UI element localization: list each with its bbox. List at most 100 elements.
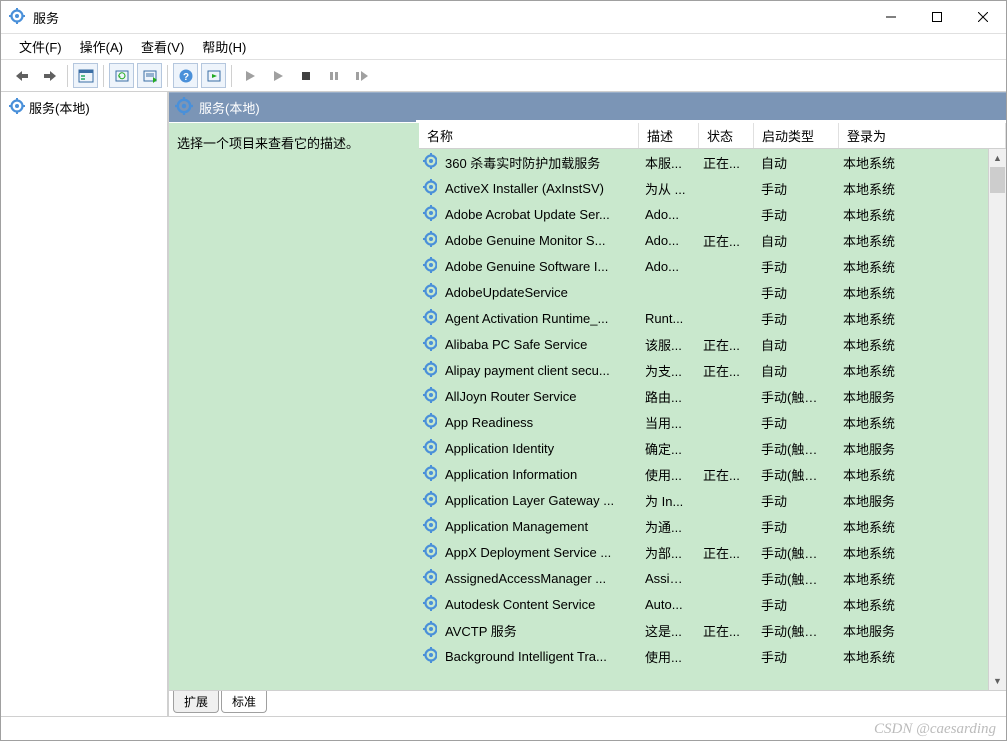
col-desc[interactable]: 描述	[639, 123, 699, 148]
service-icon	[419, 153, 437, 172]
col-logon[interactable]: 登录为	[839, 123, 1006, 148]
back-button[interactable]	[9, 63, 34, 88]
service-icon	[419, 413, 437, 432]
svc-startup: 自动	[753, 361, 835, 380]
service-row[interactable]: AdobeUpdateService手动本地系统	[419, 279, 988, 305]
svc-logon: 本地系统	[835, 569, 988, 588]
col-name[interactable]: 名称	[419, 123, 639, 148]
toolbar: ?	[1, 60, 1006, 92]
svc-name: Agent Activation Runtime_...	[437, 311, 637, 326]
service-row[interactable]: Background Intelligent Tra...使用...手动本地系统	[419, 643, 988, 669]
service-row[interactable]: Alipay payment client secu...为支...正在...自…	[419, 357, 988, 383]
vertical-scrollbar[interactable]: ▲ ▼	[988, 149, 1006, 690]
service-row[interactable]: Adobe Genuine Software I...Ado...手动本地系统	[419, 253, 988, 279]
svc-desc: 使用...	[637, 465, 695, 484]
maximize-button[interactable]	[914, 1, 960, 33]
start-service-button[interactable]	[237, 63, 262, 88]
service-icon	[419, 621, 437, 640]
window-title: 服务	[33, 8, 868, 27]
service-row[interactable]: Agent Activation Runtime_...Runt...手动本地系…	[419, 305, 988, 331]
tree-pane: 服务(本地)	[1, 92, 169, 716]
svc-startup: 手动	[753, 179, 835, 198]
svc-desc: Ado...	[637, 233, 695, 248]
svc-logon: 本地系统	[835, 543, 988, 562]
menu-view[interactable]: 查看(V)	[133, 35, 192, 58]
svc-desc: Ado...	[637, 207, 695, 222]
svg-text:?: ?	[182, 72, 188, 83]
service-row[interactable]: AppX Deployment Service ...为部...正在...手动(…	[419, 539, 988, 565]
scroll-down-icon[interactable]: ▼	[989, 672, 1006, 690]
svc-desc: 确定...	[637, 439, 695, 458]
properties-button[interactable]	[201, 63, 226, 88]
column-headers: 名称 描述 状态 启动类型 登录为	[419, 123, 1006, 149]
service-icon	[419, 205, 437, 224]
menu-file[interactable]: 文件(F)	[11, 35, 70, 58]
svc-name: AdobeUpdateService	[437, 285, 637, 300]
service-row[interactable]: AllJoyn Router Service路由...手动(触发...本地服务	[419, 383, 988, 409]
scroll-up-icon[interactable]: ▲	[989, 149, 1006, 167]
stop-service-button[interactable]	[293, 63, 318, 88]
svc-name: Adobe Genuine Software I...	[437, 259, 637, 274]
menu-bar: 文件(F) 操作(A) 查看(V) 帮助(H)	[1, 34, 1006, 60]
service-row[interactable]: Application Layer Gateway ...为 In...手动本地…	[419, 487, 988, 513]
svc-status: 正在...	[695, 231, 753, 250]
svc-logon: 本地系统	[835, 309, 988, 328]
svc-status: 正在...	[695, 465, 753, 484]
service-row[interactable]: AVCTP 服务这是...正在...手动(触发...本地服务	[419, 617, 988, 643]
service-row[interactable]: Application Management为通...手动本地系统	[419, 513, 988, 539]
service-row[interactable]: Autodesk Content ServiceAuto...手动本地系统	[419, 591, 988, 617]
tree-root-label: 服务(本地)	[29, 98, 90, 117]
svc-logon: 本地系统	[835, 179, 988, 198]
service-row[interactable]: AssignedAccessManager ...Assig...手动(触发..…	[419, 565, 988, 591]
svc-startup: 自动	[753, 335, 835, 354]
refresh-button[interactable]	[109, 63, 134, 88]
service-icon	[419, 387, 437, 406]
services-icon	[9, 8, 27, 26]
close-button[interactable]	[960, 1, 1006, 33]
content-header-label: 服务(本地)	[199, 98, 260, 117]
forward-button[interactable]	[37, 63, 62, 88]
scroll-thumb[interactable]	[990, 167, 1005, 193]
content-header: 服务(本地)	[169, 92, 1006, 122]
svc-logon: 本地系统	[835, 231, 988, 250]
service-row[interactable]: Application Identity确定...手动(触发...本地服务	[419, 435, 988, 461]
show-hide-console-tree-button[interactable]	[73, 63, 98, 88]
service-row[interactable]: Application Information使用...正在...手动(触发..…	[419, 461, 988, 487]
svc-status: 正在...	[695, 621, 753, 640]
export-list-button[interactable]	[137, 63, 162, 88]
svc-startup: 手动(触发...	[753, 569, 835, 588]
minimize-button[interactable]	[868, 1, 914, 33]
service-row[interactable]: Adobe Acrobat Update Ser...Ado...手动本地系统	[419, 201, 988, 227]
svc-logon: 本地系统	[835, 153, 988, 172]
service-row[interactable]: ActiveX Installer (AxInstSV)为从 ...手动本地系统	[419, 175, 988, 201]
tab-standard[interactable]: 标准	[221, 691, 267, 713]
help-button[interactable]: ?	[173, 63, 198, 88]
menu-action[interactable]: 操作(A)	[72, 35, 131, 58]
restart-service-button[interactable]	[349, 63, 374, 88]
svc-desc: 为部...	[637, 543, 695, 562]
svc-desc: 路由...	[637, 387, 695, 406]
svc-status: 正在...	[695, 543, 753, 562]
service-row[interactable]: 360 杀毒实时防护加载服务本服...正在...自动本地系统	[419, 149, 988, 175]
svc-startup: 手动(触发...	[753, 621, 835, 640]
svc-startup: 手动	[753, 283, 835, 302]
svc-desc: Ado...	[637, 259, 695, 274]
service-row[interactable]: Alibaba PC Safe Service该服...正在...自动本地系统	[419, 331, 988, 357]
services-icon	[9, 98, 25, 117]
service-row[interactable]: Adobe Genuine Monitor S...Ado...正在...自动本…	[419, 227, 988, 253]
svc-name: AllJoyn Router Service	[437, 389, 637, 404]
start-service2-button[interactable]	[265, 63, 290, 88]
service-row[interactable]: App Readiness当用...手动本地系统	[419, 409, 988, 435]
col-status[interactable]: 状态	[699, 123, 754, 148]
col-startup[interactable]: 启动类型	[754, 123, 839, 148]
services-list: 360 杀毒实时防护加载服务本服...正在...自动本地系统ActiveX In…	[419, 149, 988, 690]
menu-help[interactable]: 帮助(H)	[194, 35, 254, 58]
tree-root-item[interactable]: 服务(本地)	[7, 96, 161, 119]
svc-status: 正在...	[695, 153, 753, 172]
tab-extended[interactable]: 扩展	[173, 691, 219, 713]
pause-service-button[interactable]	[321, 63, 346, 88]
svc-logon: 本地系统	[835, 647, 988, 666]
service-icon	[419, 361, 437, 380]
svc-name: Application Management	[437, 519, 637, 534]
svc-logon: 本地系统	[835, 361, 988, 380]
